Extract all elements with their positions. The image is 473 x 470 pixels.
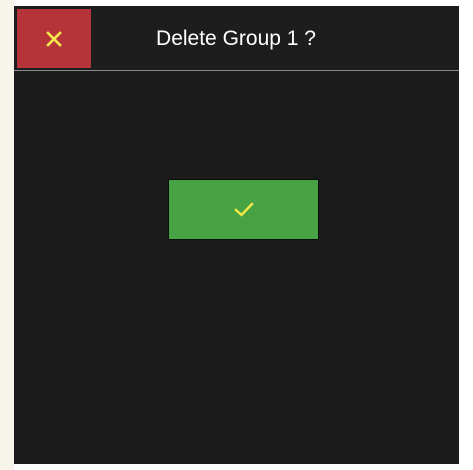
confirm-button[interactable] bbox=[168, 179, 319, 240]
dialog-header: Delete Group 1 ? bbox=[14, 6, 459, 71]
left-edge-strip bbox=[0, 0, 14, 470]
dialog-title: Delete Group 1 ? bbox=[156, 27, 316, 50]
checkmark-icon bbox=[233, 201, 254, 218]
delete-group-dialog: Delete Group 1 ? bbox=[14, 6, 459, 464]
close-button[interactable] bbox=[17, 9, 91, 68]
right-edge-strip bbox=[459, 0, 473, 470]
close-icon bbox=[46, 30, 62, 47]
